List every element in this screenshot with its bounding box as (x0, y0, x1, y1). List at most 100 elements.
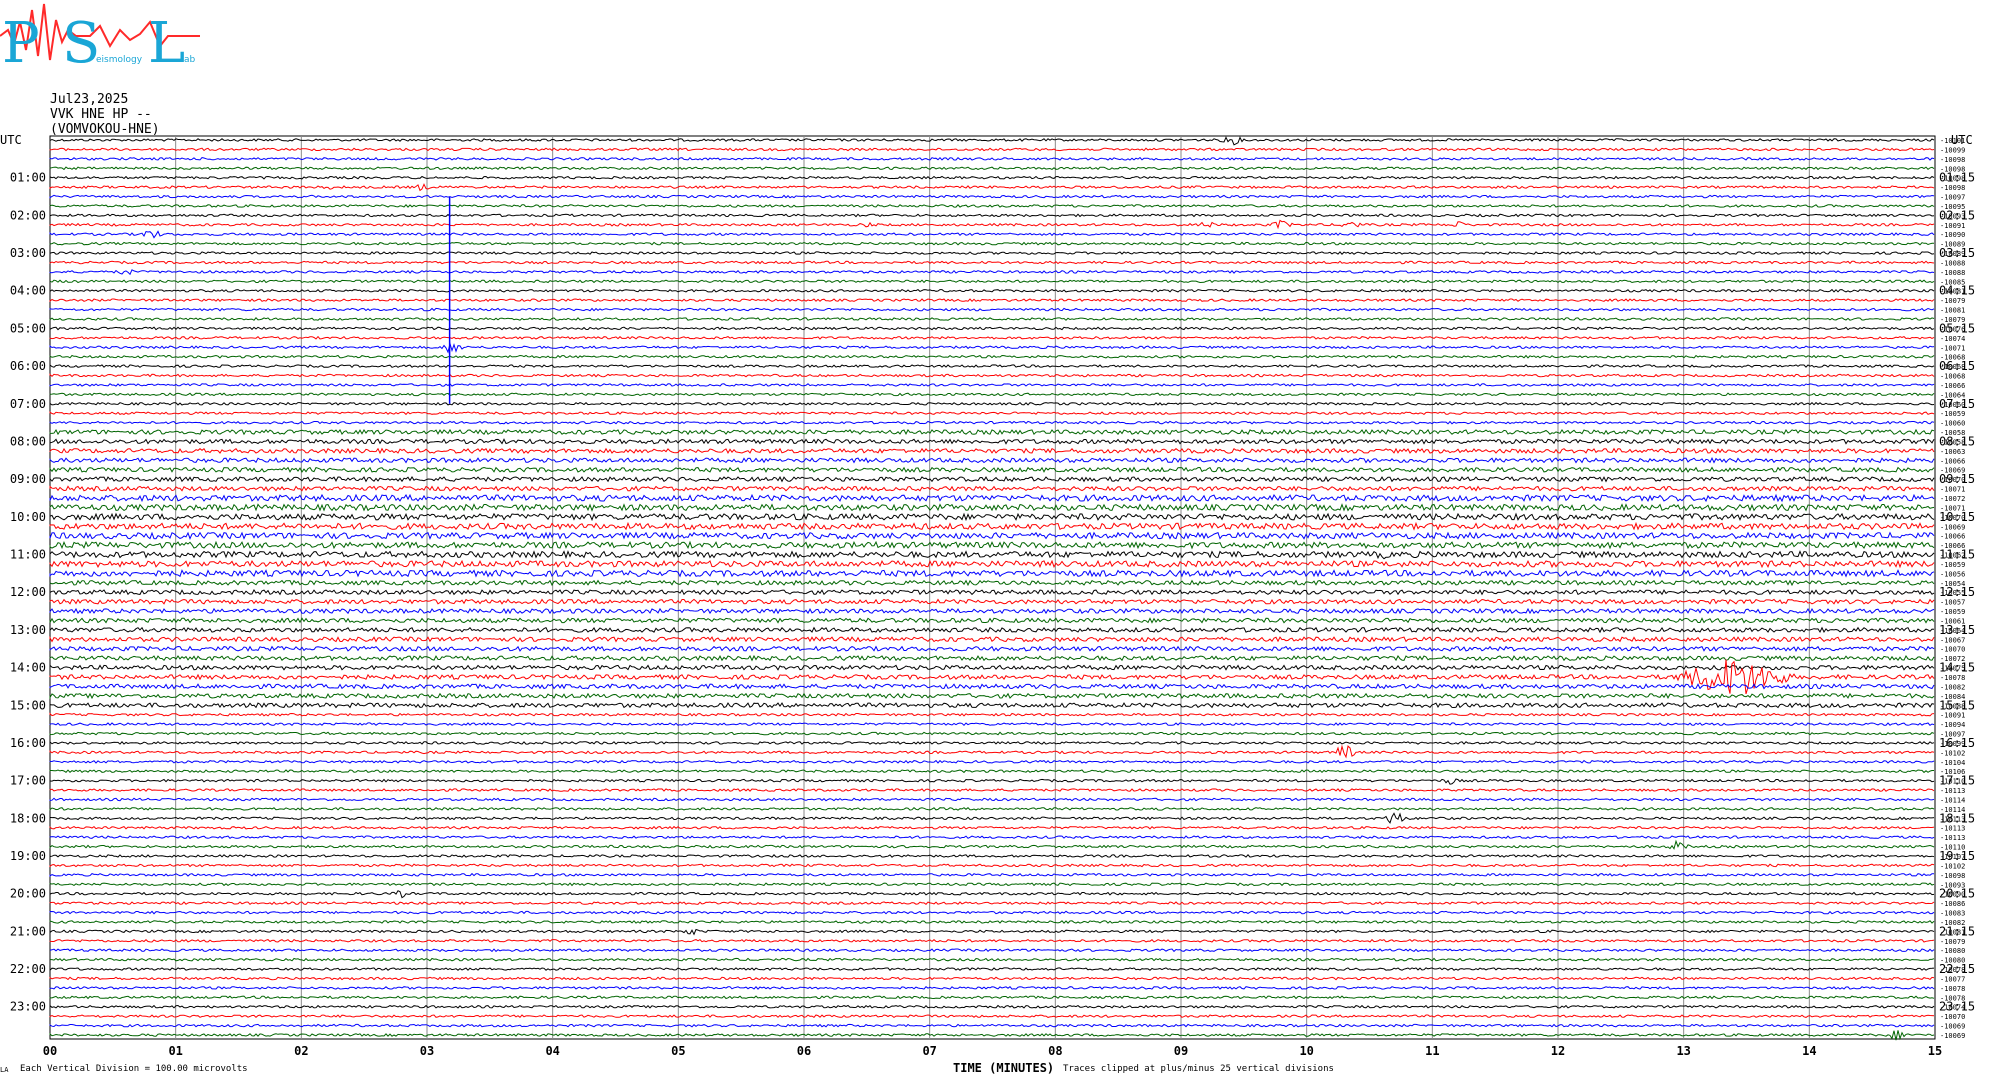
hour-label-right: 04:15 (1939, 284, 1975, 298)
trace-offset-label: -10069 (1940, 1032, 1965, 1040)
trace-offset-label: -10060 (1940, 420, 1965, 428)
trace-offset-label: -10114 (1940, 796, 1965, 804)
x-tick-label: 05 (671, 1044, 685, 1058)
seismic-trace (49, 540, 1935, 550)
seismic-trace (49, 341, 1935, 354)
hour-label-right: 06:15 (1939, 359, 1975, 373)
trace-offset-label: -10066 (1940, 457, 1965, 465)
seismic-trace (49, 928, 1935, 936)
hour-label-right: 20:15 (1939, 887, 1975, 901)
seismic-trace (49, 279, 1935, 284)
hour-label-left: 08:00 (10, 434, 46, 448)
hour-label-right: 13:15 (1939, 623, 1975, 637)
seismic-trace (49, 428, 1935, 436)
trace-offset-label: -10094 (1940, 721, 1965, 729)
x-tick-label: 06 (797, 1044, 811, 1058)
seismic-trace (49, 882, 1935, 887)
trace-offset-label: -10079 (1940, 938, 1965, 946)
hour-label-left: 11:00 (10, 548, 46, 562)
hour-label-left: 23:00 (10, 1000, 46, 1014)
seismic-trace (49, 288, 1935, 293)
hour-label-left: 02:00 (10, 208, 46, 222)
seismic-trace (49, 183, 1935, 192)
trace-offset-label: -10088 (1940, 269, 1965, 277)
trace-offset-label: -10070 (1940, 646, 1965, 654)
trace-offset-label: -10102 (1940, 862, 1965, 870)
utc-label-right: UTC (1951, 133, 1973, 147)
seismic-trace (49, 872, 1934, 877)
seismic-trace (49, 503, 1935, 512)
seismic-trace (49, 812, 1935, 824)
seismic-trace (49, 740, 1935, 745)
seismic-trace (49, 194, 1935, 199)
trace-offset-label: -10083 (1940, 910, 1965, 918)
hour-label-left: 20:00 (10, 887, 46, 901)
seismic-trace (49, 769, 1934, 774)
hour-label-left: 16:00 (10, 736, 46, 750)
seismic-trace (49, 298, 1935, 303)
hour-label-right: 16:15 (1939, 736, 1975, 750)
seismic-trace (49, 219, 1935, 230)
seismic-trace (49, 579, 1935, 587)
seismic-trace (49, 466, 1935, 473)
seismic-trace (49, 910, 1935, 915)
helicorder-plot: -10101-10099-10098-10098-10098-10098-100… (0, 133, 1975, 1058)
seismic-trace (49, 457, 1935, 464)
seismic-trace (49, 411, 1935, 416)
hour-label-right: 18:15 (1939, 811, 1975, 825)
trace-offset-label: -10059 (1940, 608, 1965, 616)
hour-label-right: 22:15 (1939, 962, 1975, 976)
trace-offset-label: -10057 (1940, 599, 1965, 607)
trace-offset-label: -10098 (1940, 872, 1965, 880)
trace-offset-label: -10113 (1940, 787, 1965, 795)
hour-label-right: 01:15 (1939, 171, 1975, 185)
hour-label-left: 07:00 (10, 397, 46, 411)
seismic-trace (49, 550, 1935, 560)
seismic-trace (49, 512, 1935, 522)
hour-label-right: 02:15 (1939, 208, 1975, 222)
seismic-trace (49, 863, 1935, 868)
seismic-trace (49, 521, 1935, 531)
hour-label-left: 01:00 (10, 171, 46, 185)
x-tick-label: 02 (294, 1044, 308, 1058)
seismic-trace (49, 147, 1935, 152)
x-tick-label: 04 (545, 1044, 559, 1058)
trace-offset-label: -10059 (1940, 410, 1965, 418)
trace-offset-label: -10069 (1940, 1023, 1965, 1031)
trace-offset-label: -10082 (1940, 683, 1965, 691)
seismic-trace (49, 788, 1935, 792)
trace-offset-label: -10080 (1940, 947, 1965, 955)
seismic-trace (49, 373, 1935, 378)
footer-scale-note: Each Vertical Division = 100.00 microvol… (20, 1064, 248, 1074)
seismic-trace (49, 475, 1935, 483)
seismic-trace (49, 901, 1935, 906)
trace-offset-label: -10099 (1940, 146, 1965, 154)
trace-offset-label: -10071 (1940, 344, 1965, 352)
trace-offset-label: -10070 (1940, 1013, 1965, 1021)
trace-offset-label: -10098 (1940, 184, 1965, 192)
seismic-trace (49, 839, 1935, 850)
seismic-trace (49, 645, 1935, 652)
seismic-trace (49, 636, 1935, 643)
seismic-trace (49, 335, 1935, 340)
x-tick-label: 14 (1802, 1044, 1816, 1058)
seismic-trace (49, 531, 1935, 540)
seismic-trace (49, 712, 1935, 717)
seismic-trace (49, 778, 1935, 785)
trace-offset-label: -10071 (1940, 486, 1965, 494)
seismic-trace (49, 948, 1935, 953)
trace-offset-label: -10069 (1940, 523, 1965, 531)
seismic-trace (49, 617, 1935, 624)
seismic-trace (49, 797, 1935, 802)
seismic-trace (49, 156, 1935, 161)
trace-offset-label: -10081 (1940, 307, 1965, 315)
seismic-trace (49, 744, 1935, 759)
seismic-trace (49, 166, 1935, 171)
x-tick-label: 03 (420, 1044, 434, 1058)
hour-label-right: 09:15 (1939, 472, 1975, 486)
trace-offset-label: -10090 (1940, 231, 1965, 239)
seismic-trace (49, 659, 1935, 695)
hour-label-right: 07:15 (1939, 397, 1975, 411)
seismic-trace (49, 731, 1935, 736)
seismic-trace (49, 1023, 1935, 1028)
